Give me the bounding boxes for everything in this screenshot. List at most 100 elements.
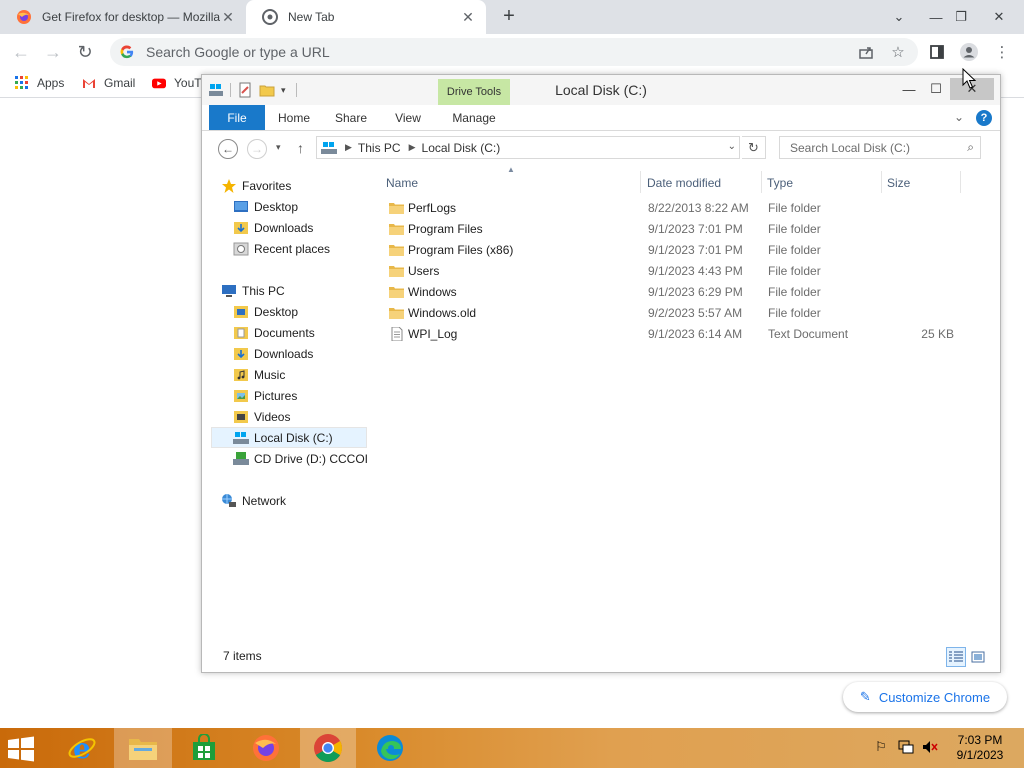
- bookmark-youtube[interactable]: YouT: [152, 76, 202, 90]
- refresh-icon[interactable]: ↻: [742, 136, 766, 159]
- breadcrumb-chevron-icon[interactable]: ▶: [409, 142, 416, 153]
- search-icon[interactable]: ⌕: [967, 140, 974, 155]
- nav-pc-videos[interactable]: Videos: [233, 406, 290, 427]
- close-tab-icon[interactable]: ✕: [460, 9, 476, 25]
- column-header-date-modified[interactable]: Date modified: [647, 171, 721, 195]
- nav-pc-cd-drive[interactable]: CD Drive (D:) CCCOI: [233, 448, 367, 469]
- taskbar-edge[interactable]: [362, 728, 418, 768]
- music-folder-icon: [234, 368, 248, 381]
- tab-view[interactable]: View: [386, 105, 430, 130]
- nav-favorites[interactable]: Favorites: [221, 175, 291, 196]
- taskbar-firefox[interactable]: [238, 728, 294, 768]
- nav-label: CD Drive (D:) CCCOI: [254, 451, 367, 466]
- taskbar-store[interactable]: [176, 728, 232, 768]
- up-arrow-icon[interactable]: ↑: [297, 140, 304, 156]
- svg-text:e: e: [73, 733, 91, 763]
- breadcrumb-this-pc[interactable]: This PC: [358, 141, 401, 155]
- nav-pc-local-disk[interactable]: Local Disk (C:): [211, 427, 367, 448]
- action-center-flag-icon[interactable]: ⚐: [873, 738, 889, 756]
- column-header-type[interactable]: Type: [767, 171, 793, 195]
- taskbar-clock[interactable]: 7:03 PM 9/1/2023: [944, 733, 1016, 763]
- close-tab-icon[interactable]: ✕: [220, 9, 236, 25]
- restore-icon[interactable]: ❐: [948, 0, 974, 34]
- recent-locations-icon[interactable]: ▾: [276, 142, 281, 153]
- explorer-titlebar[interactable]: ▾ Drive Tools Local Disk (C:) — ☐ ✕: [202, 75, 1000, 107]
- close-window-icon[interactable]: ✕: [986, 0, 1012, 34]
- downloads-folder-icon: [234, 221, 248, 234]
- bookmark-apps[interactable]: Apps: [15, 76, 64, 90]
- nav-pc-pictures[interactable]: Pictures: [233, 385, 297, 406]
- back-icon[interactable]: ←: [10, 41, 32, 63]
- column-divider[interactable]: [881, 171, 882, 193]
- forward-icon[interactable]: →: [42, 41, 64, 63]
- explorer-maximize-icon[interactable]: ☐: [923, 78, 949, 100]
- column-divider[interactable]: [640, 171, 641, 193]
- nav-favorites-recent-places[interactable]: Recent places: [233, 238, 330, 259]
- explorer-status-bar: 7 items: [202, 643, 1000, 671]
- file-row[interactable]: WPI_Log 9/1/2023 6:14 AM Text Document 2…: [386, 324, 966, 345]
- share-icon[interactable]: [857, 43, 875, 61]
- help-icon[interactable]: ?: [976, 110, 992, 126]
- nav-this-pc[interactable]: This PC: [221, 280, 285, 301]
- internet-explorer-icon: e: [68, 733, 96, 763]
- nav-favorites-downloads[interactable]: Downloads: [233, 217, 313, 238]
- explorer-minimize-icon[interactable]: —: [896, 78, 922, 100]
- taskbar-chrome[interactable]: [300, 728, 356, 768]
- search-box[interactable]: ⌕: [779, 136, 981, 159]
- bookmark-label: YouT: [174, 76, 202, 90]
- file-row[interactable]: Windows.old 9/2/2023 5:57 AM File folder: [386, 303, 966, 324]
- file-row[interactable]: Windows 9/1/2023 6:29 PM File folder: [386, 282, 966, 303]
- omnibox-input[interactable]: [144, 43, 784, 61]
- minimize-icon[interactable]: —: [923, 0, 949, 34]
- column-header-name[interactable]: Name: [386, 171, 418, 195]
- tab-firefox-download[interactable]: Get Firefox for desktop — Mozilla ✕: [0, 0, 246, 34]
- omnibox[interactable]: [110, 38, 918, 66]
- nav-pc-desktop[interactable]: Desktop: [233, 301, 298, 322]
- nav-network[interactable]: Network: [221, 490, 286, 511]
- breadcrumb-local-disk[interactable]: Local Disk (C:): [422, 141, 501, 155]
- item-count: 7 items: [223, 649, 262, 663]
- tab-home[interactable]: Home: [272, 105, 316, 130]
- nav-pc-music[interactable]: Music: [233, 364, 285, 385]
- tab-file[interactable]: File: [209, 105, 265, 130]
- forward-arrow-icon[interactable]: →: [247, 139, 267, 159]
- nav-favorites-desktop[interactable]: Desktop: [233, 196, 298, 217]
- bookmark-star-icon[interactable]: ☆: [889, 43, 907, 61]
- address-dropdown-icon[interactable]: ⌄: [728, 141, 736, 152]
- nav-pc-documents[interactable]: Documents: [233, 322, 315, 343]
- nav-pc-downloads[interactable]: Downloads: [233, 343, 313, 364]
- nav-label: This PC: [242, 283, 285, 298]
- column-divider[interactable]: [960, 171, 961, 193]
- tab-search-chevron-icon[interactable]: ⌄: [886, 0, 912, 34]
- search-input[interactable]: [788, 139, 958, 156]
- expand-ribbon-icon[interactable]: ⌄: [954, 110, 964, 124]
- customize-chrome-button[interactable]: ✎ Customize Chrome: [843, 682, 1007, 712]
- file-row[interactable]: PerfLogs 8/22/2013 8:22 AM File folder: [386, 198, 966, 219]
- bookmark-gmail[interactable]: Gmail: [82, 76, 135, 90]
- tab-new-tab[interactable]: New Tab ✕: [246, 0, 486, 34]
- side-panel-icon[interactable]: [928, 43, 946, 61]
- apps-grid-icon: [15, 76, 28, 89]
- details-view-icon[interactable]: [946, 647, 966, 667]
- file-row[interactable]: Users 9/1/2023 4:43 PM File folder: [386, 261, 966, 282]
- chrome-menu-icon[interactable]: ⋮: [993, 43, 1011, 61]
- breadcrumb-chevron-icon[interactable]: ▶: [345, 142, 352, 153]
- profile-avatar-icon[interactable]: [960, 43, 978, 61]
- file-row[interactable]: Program Files 9/1/2023 7:01 PM File fold…: [386, 219, 966, 240]
- column-divider[interactable]: [761, 171, 762, 193]
- network-tray-icon[interactable]: [898, 738, 914, 756]
- large-icons-view-icon[interactable]: [968, 647, 988, 667]
- column-header-size[interactable]: Size: [887, 171, 910, 195]
- tab-share[interactable]: Share: [328, 105, 374, 130]
- tab-manage[interactable]: Manage: [438, 105, 510, 130]
- taskbar-file-explorer[interactable]: [114, 728, 172, 768]
- reload-icon[interactable]: ↻: [74, 41, 96, 63]
- taskbar-internet-explorer[interactable]: e: [54, 728, 110, 768]
- back-arrow-icon[interactable]: ←: [218, 139, 238, 159]
- new-tab-plus-icon[interactable]: +: [498, 6, 520, 27]
- file-row[interactable]: Program Files (x86) 9/1/2023 7:01 PM Fil…: [386, 240, 966, 261]
- address-bar[interactable]: ▶ This PC ▶ Local Disk (C:) ⌄: [316, 136, 740, 159]
- customize-chrome-label: Customize Chrome: [878, 689, 991, 705]
- volume-muted-icon[interactable]: [922, 738, 938, 756]
- start-icon[interactable]: [6, 736, 36, 762]
